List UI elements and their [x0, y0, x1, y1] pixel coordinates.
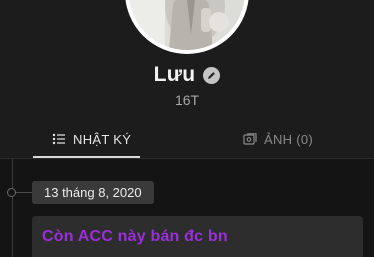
profile-name-row: Lưu [0, 63, 374, 87]
pencil-icon [208, 71, 216, 79]
diary-post[interactable]: Còn ACC này bán đc bn [32, 216, 363, 257]
avatar-photo [129, 0, 245, 50]
diary-feed: 13 tháng 8, 2020 Còn ACC này bán đc bn [0, 159, 374, 257]
post-text: Còn ACC này bán đc bn [42, 228, 228, 245]
tab-photos-label: ẢNH (0) [264, 131, 314, 147]
edit-pencil-icon[interactable] [203, 66, 221, 84]
profile-age: 16T [174, 92, 200, 108]
entry-date: 13 tháng 8, 2020 [32, 181, 154, 204]
tab-diary[interactable]: NHẬT KÝ [52, 120, 131, 158]
timeline-dot-icon [7, 188, 16, 197]
tab-photos[interactable]: ẢNH (0) [243, 120, 313, 158]
profile-name: Lưu [153, 63, 196, 86]
tab-diary-label: NHẬT KÝ [73, 131, 132, 147]
list-icon [52, 133, 65, 145]
profile-tabs: NHẬT KÝ ẢNH (0) [0, 120, 374, 159]
timeline-connector [16, 192, 32, 193]
photo-icon [243, 132, 257, 145]
avatar-image-icon [129, 0, 245, 50]
avatar[interactable] [125, 0, 249, 54]
active-tab-indicator [33, 156, 140, 158]
profile-screen: Lưu 16T NHẬT KÝ ẢNH (0) 13 tháng 8, 2020… [0, 0, 374, 257]
timeline-line [12, 159, 13, 257]
